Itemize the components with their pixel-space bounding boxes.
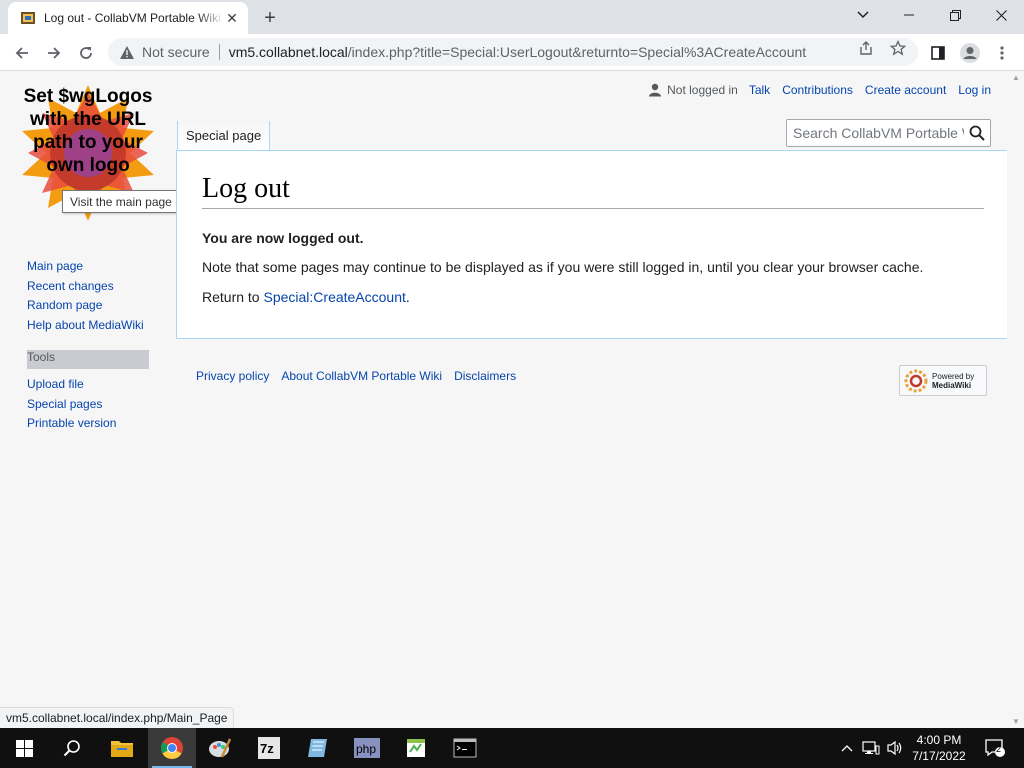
- powered-by-name: MediaWiki: [932, 380, 972, 390]
- clock-date: 7/17/2022: [912, 749, 966, 763]
- reload-icon[interactable]: [72, 39, 100, 67]
- not-logged-in-label: Not logged in: [667, 83, 738, 97]
- chevron-down-icon[interactable]: [840, 0, 886, 30]
- search-input[interactable]: Search CollabVM Portable Wiki: [793, 125, 964, 141]
- browser-tab[interactable]: Log out - CollabVM Portable Wiki ✕: [8, 2, 248, 34]
- address-bar[interactable]: Not secure vm5.collabnet.local/index.php…: [108, 38, 918, 66]
- notification-count: 2: [996, 744, 1002, 754]
- close-tab-icon[interactable]: ✕: [224, 10, 240, 26]
- volume-icon[interactable]: [885, 728, 905, 768]
- restore-icon[interactable]: [932, 0, 978, 30]
- scroll-down-icon[interactable]: ▼: [1012, 717, 1020, 726]
- content-area: Log out You are now logged out. Note tha…: [176, 150, 1007, 339]
- system-clock[interactable]: 4:00 PM 7/17/2022: [908, 732, 970, 764]
- search-box[interactable]: Search CollabVM Portable Wiki: [786, 119, 991, 147]
- sidebar-navigation: Main page Recent changes Random page Hel…: [27, 257, 144, 335]
- start-button[interactable]: [0, 728, 48, 768]
- contributions-link[interactable]: Contributions: [782, 83, 853, 97]
- page-viewport: Set $wgLogos with the URL path to your o…: [0, 71, 1024, 728]
- privacy-policy-link[interactable]: Privacy policy: [196, 369, 269, 383]
- about-link[interactable]: About CollabVM Portable Wiki: [281, 369, 442, 383]
- share-icon[interactable]: [857, 39, 875, 57]
- search-taskbar-icon[interactable]: [48, 728, 96, 768]
- side-panel-icon[interactable]: [924, 39, 952, 67]
- taskbar: 7z php 4:00 PM 7/17/2022 2: [0, 728, 1024, 768]
- tools-heading: Tools: [27, 350, 149, 369]
- vertical-scrollbar[interactable]: ▲ ▼: [1009, 71, 1024, 728]
- paint-icon[interactable]: [196, 728, 244, 768]
- not-secure-label[interactable]: Not secure: [142, 44, 210, 60]
- notepad-icon[interactable]: [294, 728, 342, 768]
- url-path: /index.php?title=Special:UserLogout&retu…: [347, 44, 807, 60]
- new-tab-button[interactable]: +: [258, 6, 282, 30]
- tab-special-page[interactable]: Special page: [177, 121, 271, 151]
- logged-out-message: You are now logged out.: [202, 230, 364, 246]
- search-icon[interactable]: [964, 120, 990, 146]
- address-separator: [218, 44, 220, 60]
- create-account-return-link[interactable]: Special:CreateAccount: [263, 289, 405, 305]
- url-text[interactable]: vm5.collabnet.local/index.php?title=Spec…: [229, 44, 806, 60]
- kebab-menu-icon[interactable]: [988, 39, 1016, 67]
- php-icon[interactable]: php: [343, 728, 391, 768]
- sidebar-item-special-pages[interactable]: Special pages: [27, 395, 149, 415]
- svg-text:php: php: [356, 742, 376, 756]
- powered-by-text: Powered by MediaWiki: [932, 372, 974, 390]
- sidebar-item-printable-version[interactable]: Printable version: [27, 414, 149, 434]
- return-line: Return to Special:CreateAccount.: [202, 289, 410, 305]
- log-in-link[interactable]: Log in: [958, 83, 991, 97]
- cache-note: Note that some pages may continue to be …: [202, 259, 924, 275]
- return-prefix: Return to: [202, 289, 264, 305]
- profile-avatar-icon[interactable]: [956, 39, 984, 67]
- network-icon[interactable]: [861, 728, 881, 768]
- sidebar-item-main-page[interactable]: Main page: [27, 257, 144, 277]
- status-url: vm5.collabnet.local/index.php/Main_Page: [0, 707, 235, 728]
- page-title: Log out: [202, 173, 984, 209]
- warning-triangle-icon[interactable]: [118, 43, 136, 61]
- svg-text:7z: 7z: [260, 741, 274, 756]
- show-hidden-icons-chevron-icon[interactable]: [838, 728, 856, 768]
- minimize-icon[interactable]: [886, 0, 932, 30]
- sidebar-item-help[interactable]: Help about MediaWiki: [27, 316, 144, 336]
- sidebar-item-recent-changes[interactable]: Recent changes: [27, 277, 144, 297]
- file-explorer-icon[interactable]: [98, 728, 146, 768]
- user-icon: [649, 83, 662, 97]
- sidebar-item-upload-file[interactable]: Upload file: [27, 375, 149, 395]
- logo-placeholder-text: Set $wgLogos with the URL path to your o…: [23, 86, 153, 176]
- footer-links: Privacy policy About CollabVM Portable W…: [196, 369, 528, 383]
- clock-time: 4:00 PM: [916, 733, 962, 747]
- mediawiki-icon: [904, 369, 928, 392]
- chrome-icon[interactable]: [148, 728, 196, 768]
- 7zip-icon[interactable]: 7z: [245, 728, 293, 768]
- bookmark-star-icon[interactable]: [889, 39, 907, 57]
- forward-arrow-icon[interactable]: [40, 39, 68, 67]
- tab-strip: Log out - CollabVM Portable Wiki ✕ +: [0, 0, 1024, 34]
- terminal-icon[interactable]: [441, 728, 489, 768]
- personal-tools: Not logged in Talk Contributions Create …: [648, 83, 991, 97]
- notepad-plus-plus-icon[interactable]: [392, 728, 440, 768]
- wiki-favicon-icon: [20, 10, 36, 26]
- return-suffix: .: [405, 289, 410, 305]
- browser-toolbar: Not secure vm5.collabnet.local/index.php…: [0, 34, 1024, 71]
- disclaimers-link[interactable]: Disclaimers: [454, 369, 516, 383]
- powered-by-mediawiki-badge[interactable]: Powered by MediaWiki: [899, 365, 987, 396]
- back-arrow-icon[interactable]: [8, 39, 36, 67]
- logo-tooltip: Visit the main page: [62, 190, 180, 213]
- url-host: vm5.collabnet.local: [228, 44, 348, 60]
- sidebar-item-random-page[interactable]: Random page: [27, 296, 144, 316]
- create-account-link[interactable]: Create account: [865, 83, 946, 97]
- scroll-up-icon[interactable]: ▲: [1012, 73, 1020, 82]
- close-window-icon[interactable]: [978, 0, 1024, 30]
- tab-title: Log out - CollabVM Portable Wiki: [44, 11, 221, 25]
- talk-link[interactable]: Talk: [749, 83, 770, 97]
- sidebar-tools: Tools Upload file Special pages Printabl…: [27, 350, 149, 434]
- powered-by-small: Powered by: [932, 371, 975, 381]
- notification-center-icon[interactable]: 2: [980, 728, 1010, 768]
